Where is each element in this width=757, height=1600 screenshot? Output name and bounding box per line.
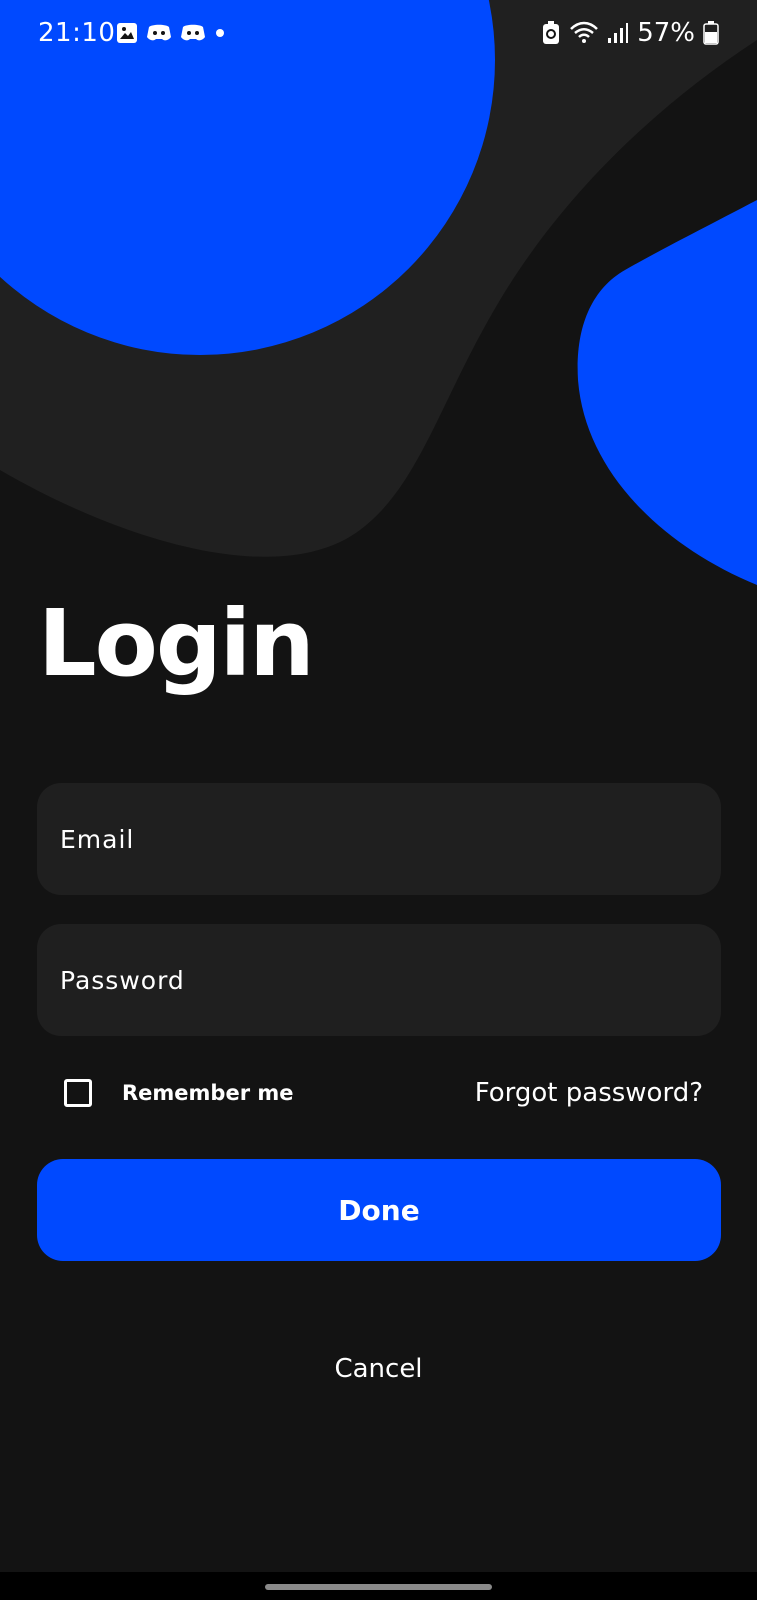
battery-icon [703,21,719,45]
home-gesture-handle[interactable] [265,1584,492,1590]
password-field[interactable] [37,924,721,1036]
discord-icon [146,23,172,43]
remember-me-checkbox[interactable] [64,1079,92,1107]
system-icons: 57% [541,18,719,48]
dot-icon [214,27,226,39]
status-time: 21:10 [38,18,116,48]
notification-icons [116,22,226,44]
cancel-button[interactable]: Cancel [0,1354,757,1384]
done-button[interactable]: Done [37,1159,721,1261]
status-bar: 21:10 57% [0,0,757,72]
signal-icon [607,22,629,44]
remember-me-row: Remember me [64,1079,294,1107]
wifi-icon [569,21,599,45]
battery-percent: 57% [637,18,695,48]
email-field[interactable] [37,783,721,895]
remember-me-label[interactable]: Remember me [122,1081,294,1105]
forgot-password-link[interactable]: Forgot password? [475,1078,703,1108]
blue-right-blob [577,200,757,585]
discord-icon [180,23,206,43]
gallery-icon [116,22,138,44]
battery-saver-icon [541,21,561,45]
background-shapes [0,0,757,585]
login-screen: 21:10 57% Login Email Remember me Forgot… [0,0,757,1600]
page-title: Login [38,590,315,697]
